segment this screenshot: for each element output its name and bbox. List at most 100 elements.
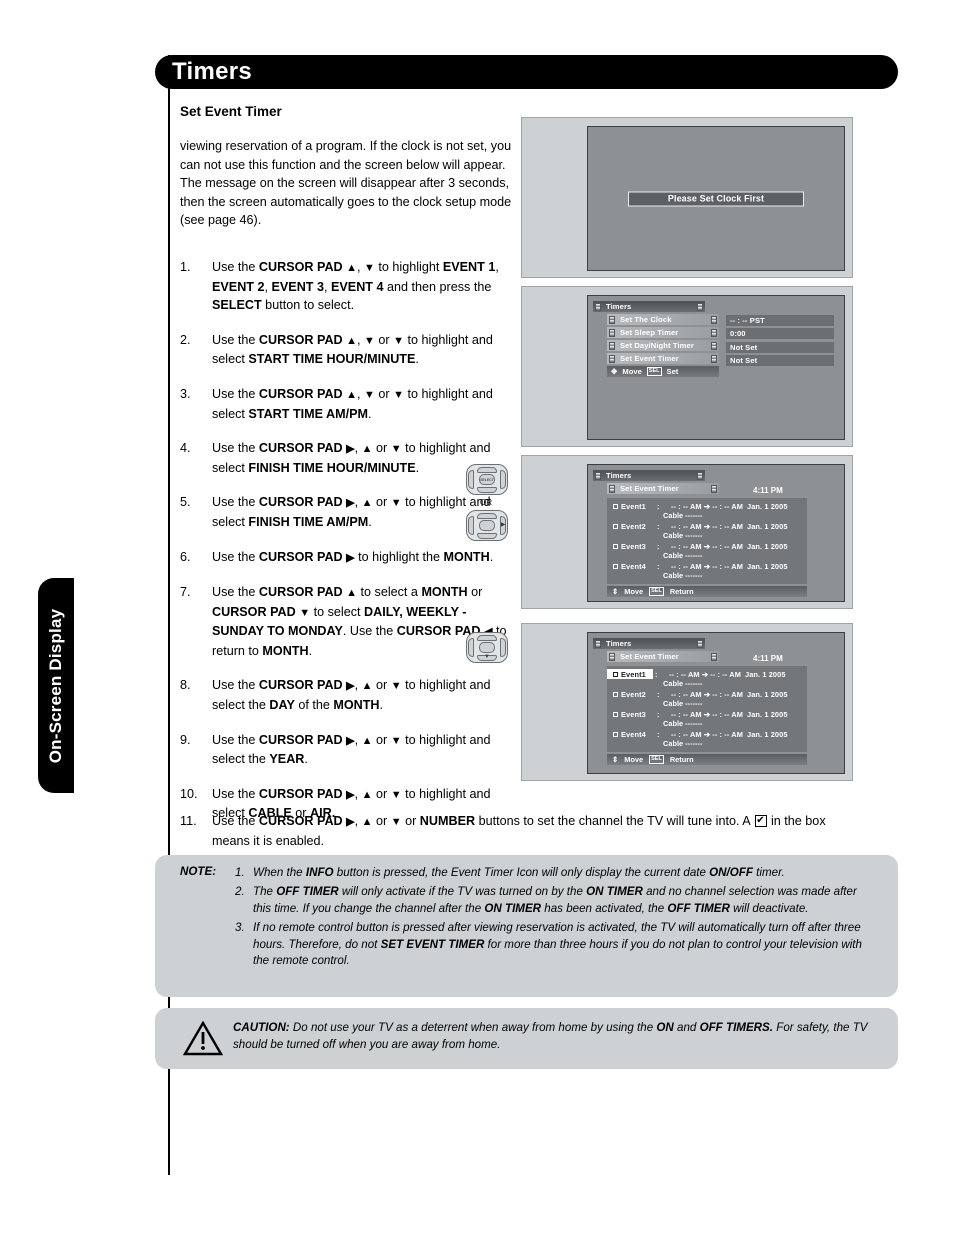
osd-menu-title: Timers <box>606 471 632 480</box>
event-source-label[interactable]: Cable ------- <box>607 699 807 709</box>
note-text: If no remote control button is pressed a… <box>253 921 862 968</box>
event-date[interactable]: Jan. 1 2005 <box>747 710 803 719</box>
event-checkbox-icon[interactable] <box>613 691 618 697</box>
event-source-label[interactable]: Cable ------- <box>607 571 807 581</box>
osd-menu-value: Not Set <box>726 341 834 353</box>
event-separator: : <box>657 561 660 571</box>
event-name: Event3 <box>613 542 657 551</box>
osd-menu-item[interactable]: Set Event Timer <box>607 353 719 364</box>
event-name-label: Event4 <box>621 561 646 571</box>
step-item: 4. Use the CURSOR PAD ▶, ▲ or ▼ to highli… <box>180 439 513 477</box>
event-rows-panel: Event1: -- : -- AM ➔ -- : -- AM Jan. 1 200… <box>607 666 807 752</box>
event-separator: : <box>657 709 660 719</box>
scroll-indicator-icon <box>711 341 717 350</box>
event-date[interactable]: Jan. 1 2005 <box>747 690 803 699</box>
event-source-label[interactable]: Cable ------- <box>607 679 807 689</box>
scroll-indicator-icon <box>697 639 703 648</box>
event-checkbox-icon[interactable] <box>613 543 618 549</box>
down-arrow-icon: ▼ <box>484 654 490 660</box>
event-date[interactable]: Jan. 1 2005 <box>747 542 803 551</box>
osd-submenu-label: Set Event Timer <box>620 652 679 661</box>
step-number: 8. <box>180 678 191 693</box>
step-number: 2. <box>180 332 191 347</box>
event-row[interactable]: Event4: -- : -- AM ➔ -- : -- AM Jan. 1 200… <box>607 729 807 739</box>
grip-icon <box>609 652 615 661</box>
grip-icon <box>609 484 615 493</box>
footer-move-label: Move <box>622 367 642 376</box>
event-time-range[interactable]: -- : -- AM ➔ -- : -- AM <box>671 710 747 719</box>
step-item: 5. Use the CURSOR PAD ▶, ▲ or ▼ to highli… <box>180 493 513 531</box>
event-separator: : <box>657 689 660 699</box>
page-title: Timers <box>172 58 253 85</box>
event-row[interactable]: Event2: -- : -- AM ➔ -- : -- AM Jan. 1 200… <box>607 689 807 699</box>
select-key-icon: SEL <box>649 755 664 764</box>
section-title: Set Event Timer <box>180 104 282 119</box>
osd-submenu-label: Set Event Timer <box>620 484 679 493</box>
footer-action-label: Set <box>666 367 679 376</box>
event-time-range[interactable]: -- : -- AM ➔ -- : -- AM <box>671 562 747 571</box>
osd-menu-item[interactable]: Set The Clock <box>607 314 719 325</box>
event-checkbox-icon[interactable] <box>613 671 618 677</box>
step-number: 7. <box>180 585 191 600</box>
event-name-label: Event2 <box>621 521 646 531</box>
event-time-range[interactable]: -- : -- AM ➔ -- : -- AM <box>671 542 747 551</box>
event-time-range[interactable]: -- : -- AM ➔ -- : -- AM <box>669 670 745 679</box>
sidebar-section-tab-label: On-Screen Display <box>46 608 65 763</box>
event-name: Event1 <box>613 670 653 679</box>
step-text: Use the CURSOR PAD ▲, ▼ to highlight EVE… <box>212 259 499 313</box>
step-text: Use the CURSOR PAD ▶, ▲ or ▼ or NUMBER b… <box>212 814 826 848</box>
event-name-label: Event3 <box>621 709 646 719</box>
event-row[interactable]: Event2: -- : -- AM ➔ -- : -- AM Jan. 1 200… <box>607 521 807 531</box>
event-time-range[interactable]: -- : -- AM ➔ -- : -- AM <box>671 502 747 511</box>
grip-icon <box>595 471 601 480</box>
event-name-label: Event1 <box>621 501 646 511</box>
event-source-label[interactable]: Cable ------- <box>607 719 807 729</box>
event-time-range[interactable]: -- : -- AM ➔ -- : -- AM <box>671 690 747 699</box>
osd-current-time: 4:11 PM <box>753 486 783 495</box>
event-date[interactable]: Jan. 1 2005 <box>747 562 803 571</box>
note-label: NOTE: <box>180 865 217 878</box>
step-text: Use the CURSOR PAD ▲, ▼ or ▼ to highligh… <box>212 386 493 421</box>
event-checkbox-icon[interactable] <box>613 563 618 569</box>
event-row[interactable]: Event3: -- : -- AM ➔ -- : -- AM Jan. 1 200… <box>607 541 807 551</box>
event-checkbox-icon[interactable] <box>613 731 618 737</box>
footer-move-label: Move <box>624 587 644 596</box>
event-source-label[interactable]: Cable ------- <box>607 551 807 561</box>
event-date[interactable]: Jan. 1 2005 <box>747 502 803 511</box>
step-number: 6. <box>180 549 191 564</box>
move-arrows-icon: ⇕ <box>612 587 619 596</box>
event-checkbox-icon[interactable] <box>613 523 618 529</box>
event-row[interactable]: Event1: -- : -- AM ➔ -- : -- AM Jan. 1 200… <box>607 501 807 511</box>
scroll-indicator-icon <box>697 302 703 311</box>
event-date[interactable]: Jan. 1 2005 <box>747 522 803 531</box>
event-checkbox-icon[interactable] <box>613 711 618 717</box>
event-time-range[interactable]: -- : -- AM ➔ -- : -- AM <box>671 522 747 531</box>
osd-menu-item[interactable]: Set Sleep Timer <box>607 327 719 338</box>
osd-menu-value: 0:00 <box>726 328 834 340</box>
event-date[interactable]: Jan. 1 2005 <box>747 730 803 739</box>
event-source-label[interactable]: Cable ------- <box>607 511 807 521</box>
event-source-label[interactable]: Cable ------- <box>607 739 807 749</box>
event-name-label: Event2 <box>621 689 646 699</box>
event-source-label[interactable]: Cable ------- <box>607 531 807 541</box>
event-name: Event4 <box>613 562 657 571</box>
scroll-indicator-icon <box>711 484 717 493</box>
page-header-bar: Timers <box>155 55 898 89</box>
page-vertical-rule <box>168 55 170 1175</box>
event-row[interactable]: Event4: -- : -- AM ➔ -- : -- AM Jan. 1 200… <box>607 561 807 571</box>
event-row[interactable]: Event1 <box>607 669 653 679</box>
event-name: Event2 <box>613 522 657 531</box>
event-time-range[interactable]: -- : -- AM ➔ -- : -- AM <box>671 730 747 739</box>
event-row[interactable]: Event3: -- : -- AM ➔ -- : -- AM Jan. 1 200… <box>607 709 807 719</box>
osd-current-time: 4:11 PM <box>753 654 783 663</box>
event-date[interactable]: Jan. 1 2005 <box>745 670 801 679</box>
event-checkbox-icon[interactable] <box>613 503 618 509</box>
event-name: Event3 <box>613 710 657 719</box>
osd-menu-value: -- : -- PST <box>726 315 834 326</box>
note-items: 1. When the INFO button is pressed, the E… <box>180 865 878 969</box>
select-button-icon: SELECT <box>479 474 495 485</box>
osd-message-please-set-clock: Please Set Clock First <box>628 191 804 206</box>
osd-menu-items: Set The Clock Set Sleep Timer Set Day/Nigh… <box>607 314 719 364</box>
step-item: 6. Use the CURSOR PAD ▶ to highlight the … <box>180 548 513 568</box>
osd-menu-item[interactable]: Set Day/Night Timer <box>607 340 719 351</box>
